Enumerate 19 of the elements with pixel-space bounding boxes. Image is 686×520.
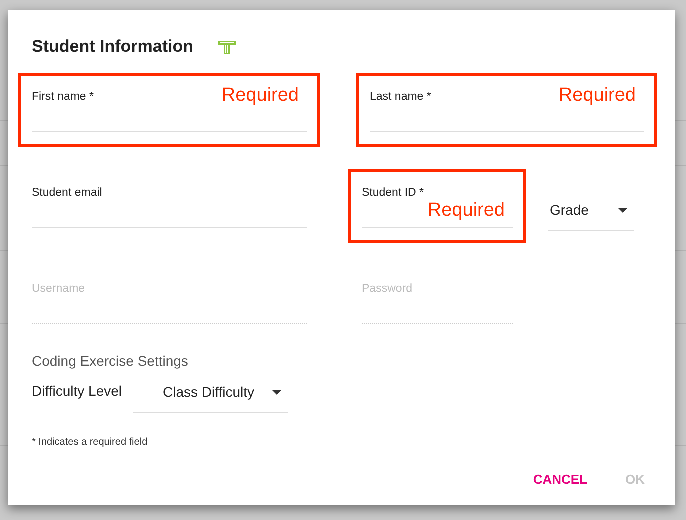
caret-icon	[618, 208, 628, 213]
field-label: Last name *	[370, 90, 432, 105]
field-label: Password	[362, 282, 412, 297]
field-label: First name *	[32, 90, 94, 105]
field-label: Student ID *	[362, 186, 424, 201]
required-note: Required	[558, 84, 636, 108]
logo-icon	[217, 40, 238, 54]
dialog-title: Student Information	[32, 36, 194, 58]
field-label: Difficulty Level	[32, 382, 124, 401]
footnote: * Indicates a required field	[32, 436, 149, 450]
required-note: Required	[222, 84, 299, 108]
field-label: Student email	[32, 186, 102, 201]
caret-icon	[272, 390, 282, 395]
cancel-button[interactable]: CANCEL	[525, 466, 596, 493]
field-label: Username	[32, 282, 86, 297]
difficulty-dropdown[interactable]: Class Difficulty	[133, 378, 288, 413]
grade-dropdown[interactable]: Grade	[548, 196, 634, 231]
section-heading: Coding Exercise Settings	[32, 352, 190, 371]
required-note: Required	[428, 199, 505, 223]
